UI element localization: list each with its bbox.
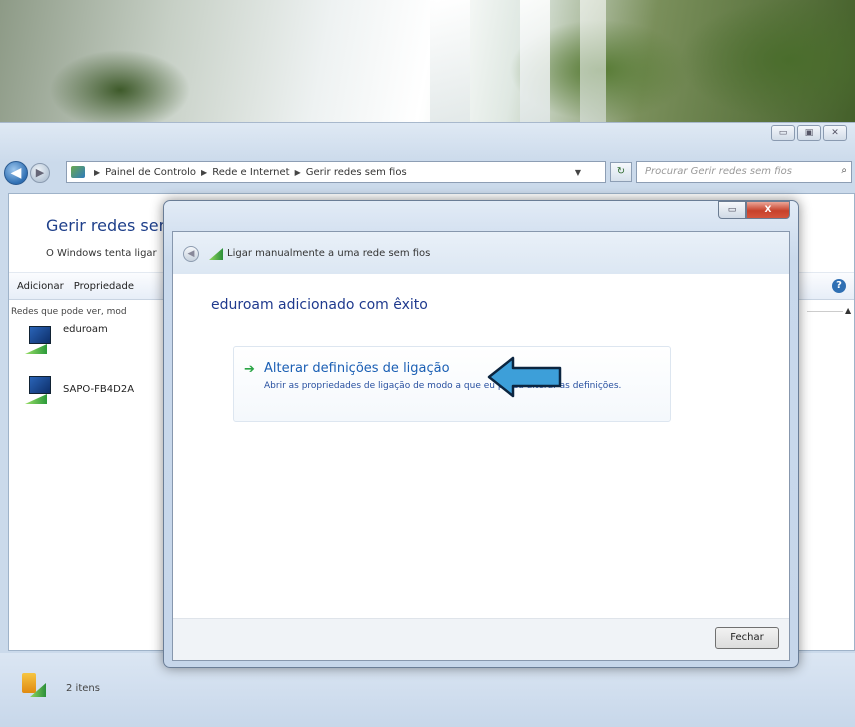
help-icon[interactable]: ? — [832, 279, 846, 293]
properties-button[interactable]: Propriedade — [74, 281, 134, 292]
page-title: Gerir redes sem — [46, 216, 175, 235]
task-title[interactable]: Alterar definições de ligação — [264, 361, 450, 376]
dialog-header: ◀ Ligar manualmente a uma rede sem fios — [173, 232, 789, 274]
dialog-title: Ligar manualmente a uma rede sem fios — [227, 248, 431, 259]
network-list-header: Redes que pode ver, mod — [11, 307, 127, 317]
address-bar[interactable]: ▶ Painel de Controlo ▶ Rede e Internet ▶… — [66, 161, 606, 183]
close-dialog-button[interactable]: Fechar — [715, 627, 779, 649]
list-item[interactable]: SAPO-FB4D2A — [23, 372, 134, 406]
window-controls: ▭ ▣ ✕ — [771, 125, 847, 141]
dialog-window-controls: ▭ X — [718, 201, 790, 219]
add-button[interactable]: Adicionar — [17, 281, 64, 292]
wireless-signal-icon — [209, 248, 223, 260]
dialog-footer: Fechar — [173, 618, 789, 660]
pointer-arrow-icon — [487, 356, 562, 398]
item-count: 2 itens — [66, 683, 100, 694]
chevron-right-icon: ▶ — [294, 167, 301, 177]
back-arrow-icon[interactable]: ◀ — [183, 246, 199, 262]
close-button[interactable]: ✕ — [823, 125, 847, 141]
navigation-bar: ◀ ▶ ▶ Painel de Controlo ▶ Rede e Intern… — [0, 159, 855, 187]
refresh-icon[interactable]: ↻ — [610, 162, 632, 182]
chevron-right-icon: ▶ — [201, 167, 208, 177]
wireless-network-icon — [23, 322, 59, 356]
network-name: SAPO-FB4D2A — [63, 384, 135, 395]
list-item[interactable]: eduroam — [23, 322, 108, 356]
dialog-close-x-button[interactable]: X — [746, 201, 790, 219]
dialog-minimize-button[interactable]: ▭ — [718, 201, 746, 219]
desktop-wallpaper — [0, 0, 855, 130]
wireless-networks-icon — [22, 673, 46, 697]
breadcrumb-control-panel[interactable]: Painel de Controlo — [105, 167, 196, 178]
dialog-heading: eduroam adicionado com êxito — [211, 297, 428, 313]
minimize-button[interactable]: ▭ — [771, 125, 795, 141]
dialog-body: ◀ Ligar manualmente a uma rede sem fios … — [172, 231, 790, 661]
wireless-network-icon — [23, 372, 59, 406]
breadcrumb-wireless[interactable]: Gerir redes sem fios — [306, 167, 407, 178]
task-description: Abrir as propriedades de ligação de modo… — [264, 381, 622, 391]
scroll-up-icon[interactable]: ▲ — [845, 306, 854, 326]
chevron-right-icon: ▶ — [94, 167, 101, 177]
search-icon[interactable]: ⌕ — [841, 165, 847, 176]
search-input[interactable]: Procurar Gerir redes sem fios ⌕ — [636, 161, 852, 183]
divider — [807, 311, 843, 312]
address-dropdown-icon[interactable]: ▼ — [575, 168, 581, 177]
page-subtitle: O Windows tenta ligar — [46, 248, 157, 259]
back-button[interactable]: ◀ — [4, 161, 28, 185]
maximize-button[interactable]: ▣ — [797, 125, 821, 141]
search-placeholder: Procurar Gerir redes sem fios — [645, 166, 792, 177]
change-connection-settings-link[interactable]: ➔ Alterar definições de ligação Abrir as… — [233, 346, 671, 422]
green-arrow-icon: ➔ — [244, 362, 255, 377]
control-panel-icon — [71, 166, 85, 178]
breadcrumb-network[interactable]: Rede e Internet — [212, 167, 289, 178]
network-name: eduroam — [63, 324, 108, 335]
forward-button[interactable]: ▶ — [30, 163, 50, 183]
wizard-dialog: ▭ X ◀ Ligar manualmente a uma rede sem f… — [163, 200, 799, 668]
